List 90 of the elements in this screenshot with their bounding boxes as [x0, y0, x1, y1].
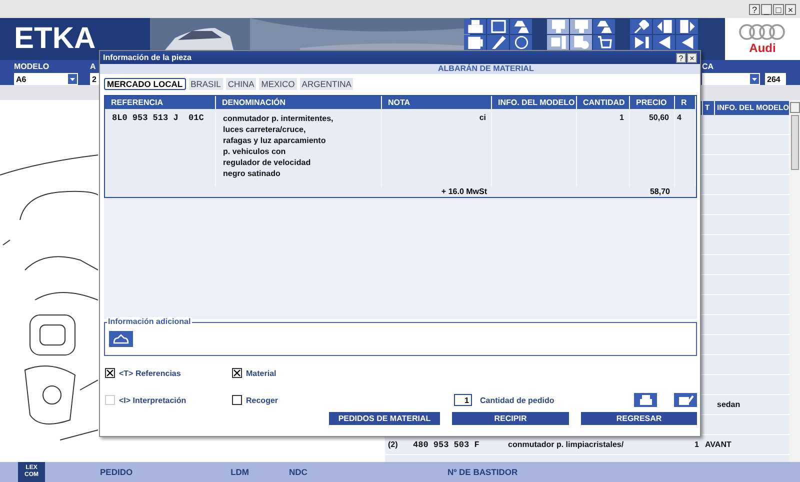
table-cell: 8L0 953 513 J 01C — [112, 113, 204, 123]
quantity-field[interactable]: 1 — [454, 394, 472, 406]
window-control-button[interactable]: ? — [749, 4, 760, 14]
toolbar-button[interactable] — [510, 19, 532, 34]
model-dropdown[interactable]: A6 — [14, 73, 78, 85]
table-cell-text: 480 953 503 F — [412, 440, 480, 450]
printer-icon — [468, 20, 482, 33]
monitor-icon — [574, 20, 588, 33]
table-cell: 50,60 — [648, 113, 669, 122]
total-price: 58,70 — [650, 187, 670, 196]
column-header: DENOMINACIÓN — [216, 96, 382, 109]
dialog-control-button[interactable]: × — [687, 52, 697, 62]
checkbox-label: <T> Referencias — [119, 368, 181, 378]
toolbar-button[interactable] — [676, 35, 698, 50]
scrollbar-thumb[interactable] — [791, 115, 799, 170]
filter-field[interactable]: 2 — [90, 73, 100, 85]
status-item[interactable]: NDC — [289, 467, 308, 477]
print-button[interactable] — [634, 393, 657, 407]
tax-label: + 16.0 MwSt — [441, 187, 487, 196]
column-header: R — [675, 96, 696, 109]
toolbar-button[interactable] — [676, 19, 698, 34]
checkbox-label: Material — [246, 368, 276, 378]
cart-icon — [596, 36, 612, 49]
monitor-icon — [550, 20, 566, 33]
market-tab[interactable]: MERCADO LOCAL — [104, 78, 186, 90]
column-header: INFO. DEL MODELO — [492, 96, 577, 109]
market-tab[interactable]: BRASIL — [188, 78, 223, 90]
rings-logo-icon — [738, 24, 788, 40]
window-control-button[interactable]: × — [785, 4, 796, 14]
model-dropdown[interactable] — [702, 73, 760, 85]
toolbar-button[interactable] — [510, 35, 532, 50]
table-cell: 4 — [677, 113, 682, 122]
checkbox-label: <I> Interpretación — [119, 396, 186, 404]
vehicle-button[interactable] — [109, 331, 133, 347]
caret-icon — [70, 78, 75, 80]
filter-label: A — [90, 62, 97, 71]
scroll-up-button[interactable] — [790, 102, 800, 113]
status-item[interactable]: Nº DE BASTIDOR — [447, 467, 518, 477]
brand-name: Audi — [749, 40, 776, 54]
document-pencil-icon — [678, 394, 694, 406]
column-header: REFERENCIA — [105, 96, 216, 109]
toolbar-button[interactable] — [487, 35, 509, 50]
window-control-button[interactable]: □ — [773, 4, 784, 14]
table-cell: ci — [479, 113, 486, 122]
app-logo: ETKA — [14, 21, 96, 57]
caret-icon — [752, 78, 757, 80]
status-item[interactable]: PEDIDO — [100, 467, 133, 477]
filter-label: CA — [702, 62, 715, 71]
pin-icon — [634, 20, 648, 33]
column-header: PRECIO — [630, 96, 675, 109]
action-button[interactable]: PEDIDOS DE MATERIAL — [329, 412, 440, 425]
printer-icon — [638, 395, 652, 405]
window-control-button[interactable]: _ — [761, 4, 772, 14]
checkbox[interactable] — [232, 395, 242, 405]
table-cell-text: (2) — [387, 440, 399, 449]
column-header: CANTIDAD — [577, 96, 630, 109]
table-cell: 1 — [620, 113, 624, 122]
market-tab[interactable]: CHINA — [226, 78, 256, 90]
checkbox[interactable] — [105, 368, 115, 378]
field-label: Cantidad de pedido — [480, 396, 554, 404]
page-right-icon — [680, 20, 694, 33]
table-cell-text: AVANT — [704, 440, 732, 449]
page-left-icon — [656, 20, 672, 33]
toolbar-button[interactable] — [593, 35, 615, 50]
dialog-title: Información de la pieza — [103, 53, 192, 62]
toolbar-button[interactable] — [593, 19, 615, 34]
market-tab[interactable]: MEXICO — [259, 78, 297, 90]
toolbar-button[interactable] — [464, 35, 486, 50]
dialog-control-button[interactable]: ? — [676, 52, 686, 62]
toolbar-button[interactable] — [653, 19, 675, 34]
group-label: Información adicional — [107, 317, 192, 326]
market-tab[interactable]: ARGENTINA — [300, 78, 354, 90]
toolbar-button[interactable] — [630, 35, 652, 50]
skip-icon — [634, 36, 648, 49]
toolbar-button[interactable] — [630, 19, 652, 34]
status-item[interactable]: LDM — [230, 467, 250, 477]
dialog-subtitle: ALBARÁN DE MATERIAL — [438, 64, 534, 73]
action-button[interactable]: RECIPIR — [452, 412, 569, 425]
toolbar-button[interactable] — [487, 19, 509, 34]
toolbar-button[interactable] — [464, 19, 486, 34]
action-button[interactable]: REGRESAR — [581, 412, 697, 425]
checkbox-label: Recoger — [246, 396, 278, 404]
vehicle-icon — [112, 333, 130, 345]
checkbox[interactable] — [232, 368, 242, 378]
toolbar-button[interactable] — [653, 35, 675, 50]
edit-button[interactable] — [674, 393, 697, 407]
counter-field[interactable]: 264 — [765, 73, 786, 85]
filter-label: MODELO — [14, 62, 50, 71]
table-cell-text: sedan — [716, 400, 742, 409]
column-header: NOTA — [382, 96, 492, 109]
